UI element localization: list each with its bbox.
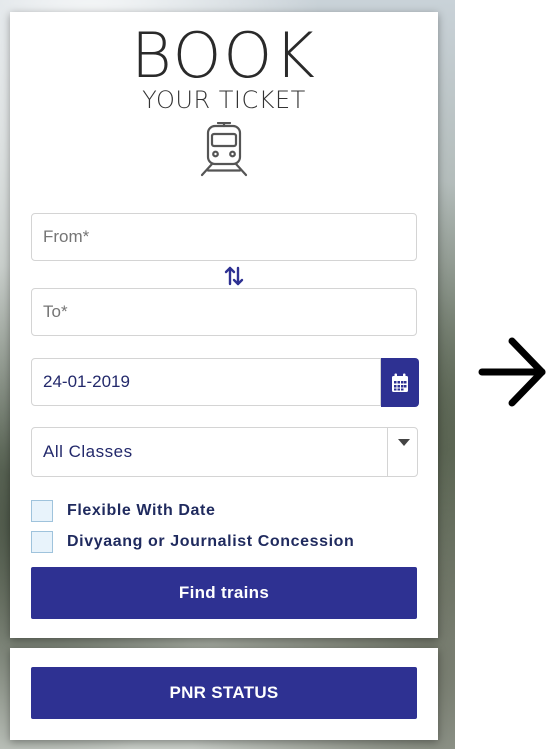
calendar-icon (392, 373, 408, 392)
flexible-date-label[interactable]: Flexible With Date (67, 502, 215, 520)
booking-subtitle: YOUR TICKET (142, 86, 306, 114)
flexible-date-checkbox[interactable] (31, 500, 53, 522)
concession-option: Divyaang or Journalist Concession (31, 530, 354, 554)
concession-label[interactable]: Divyaang or Journalist Concession (67, 533, 354, 551)
flexible-date-option: Flexible With Date (31, 499, 215, 523)
select-divider (387, 428, 388, 476)
from-station-input[interactable] (31, 213, 417, 261)
class-select[interactable]: All Classes (31, 427, 418, 477)
journey-date-input[interactable]: 24-01-2019 (31, 358, 381, 406)
chevron-down-icon[interactable] (398, 439, 410, 446)
find-trains-button[interactable]: Find trains (31, 567, 417, 619)
class-select-value: All Classes (43, 442, 133, 461)
booking-title: BOOK (131, 19, 317, 92)
swap-icon[interactable] (224, 265, 244, 287)
calendar-button[interactable] (381, 358, 419, 407)
concession-checkbox[interactable] (31, 531, 53, 553)
pnr-status-button[interactable]: PNR STATUS (31, 667, 417, 719)
right-arrow-icon (478, 337, 546, 407)
train-icon (200, 122, 248, 177)
to-station-input[interactable] (31, 288, 417, 336)
